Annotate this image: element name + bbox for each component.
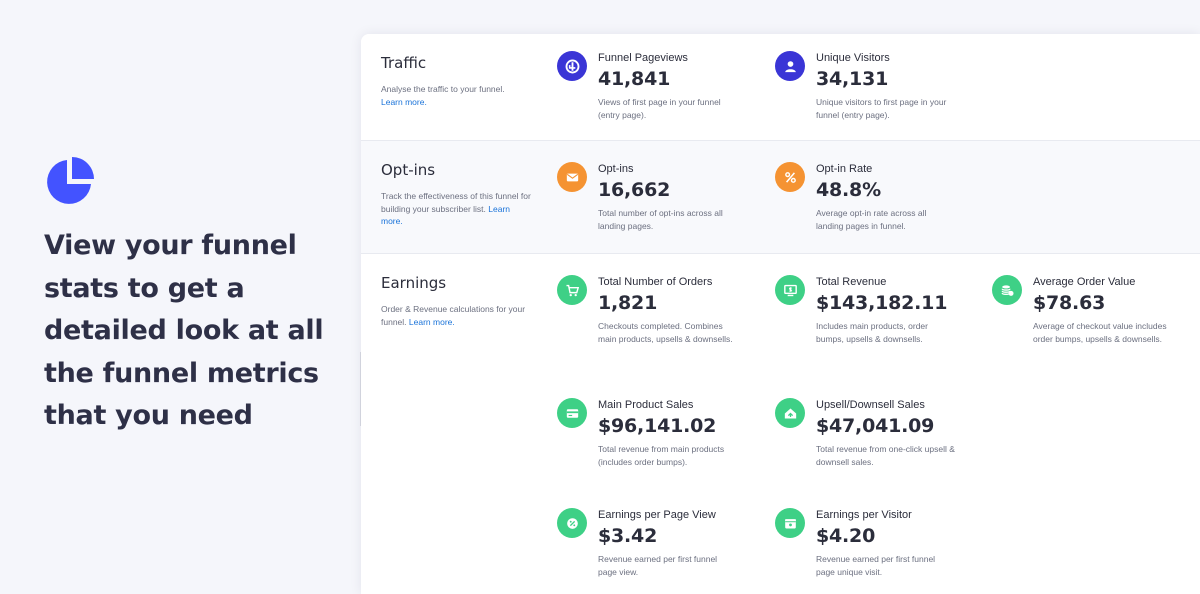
envelope-icon [557, 162, 587, 192]
section-description: Track the effectiveness of this funnel f… [381, 190, 531, 228]
metric-body: Total Revenue $143,182.11 Includes main … [816, 275, 966, 345]
section-traffic: Traffic Analyse the traffic to your funn… [361, 34, 1200, 141]
metric-value: $3.42 [598, 525, 658, 547]
section-title: Opt-ins [381, 161, 436, 179]
metric-value: $78.63 [1033, 292, 1106, 314]
coins-icon [992, 275, 1022, 305]
metric-label: Upsell/Downsell Sales [816, 399, 925, 411]
section-header: Opt-ins Track the effectiveness of this … [381, 161, 531, 228]
learn-more-link[interactable]: Learn more. [381, 97, 427, 107]
metric-label: Main Product Sales [598, 399, 694, 411]
metric-body: Main Product Sales $96,141.02 Total reve… [598, 398, 748, 468]
metric-label: Opt-ins [598, 163, 634, 175]
metric-label: Earnings per Page View [598, 509, 716, 521]
metric-value: 34,131 [816, 68, 889, 90]
stats-panel: Traffic Analyse the traffic to your funn… [361, 34, 1200, 594]
section-header: Earnings Order & Revenue calculations fo… [381, 274, 531, 328]
metric-label: Funnel Pageviews [598, 52, 688, 64]
pageview-icon [557, 51, 587, 81]
percent-icon [775, 162, 805, 192]
section-optins: Opt-ins Track the effectiveness of this … [361, 141, 1200, 254]
metric-value: 48.8% [816, 179, 881, 201]
section-description-text: Analyse the traffic to your funnel. [381, 84, 505, 94]
section-description: Order & Revenue calculations for your fu… [381, 303, 531, 328]
metric-description: Average of checkout value includes order… [1033, 321, 1167, 344]
cart-icon [557, 275, 587, 305]
metric-label: Earnings per Visitor [816, 509, 912, 521]
metric-label: Opt-in Rate [816, 163, 873, 175]
metric-body: Average Order Value $78.63 Average of ch… [1033, 275, 1183, 345]
metric-value: $143,182.11 [816, 292, 948, 314]
wallet-icon [775, 508, 805, 538]
page-view-dollar-icon [557, 508, 587, 538]
metric-body: Upsell/Downsell Sales $47,041.09 Total r… [816, 398, 966, 468]
metric-body: Earnings per Page View $3.42 Revenue ear… [598, 508, 748, 578]
metric-value: $47,041.09 [816, 415, 935, 437]
metric-value: 41,841 [598, 68, 671, 90]
user-icon [775, 51, 805, 81]
hero-headline: View your funnel stats to get a detailed… [44, 230, 324, 431]
metric-label: Average Order Value [1033, 276, 1136, 288]
revenue-icon [775, 275, 805, 305]
metric-description: Unique visitors to first page in your fu… [816, 97, 947, 120]
metric-description: Total revenue from main products (includ… [598, 444, 725, 467]
metric-value: 1,821 [598, 292, 658, 314]
metric-label: Unique Visitors [816, 52, 890, 64]
hero: View your funnel stats to get a detailed… [44, 155, 344, 438]
metric-body: Total Number of Orders 1,821 Checkouts c… [598, 275, 748, 345]
metric-body: Unique Visitors 34,131 Unique visitors t… [816, 51, 966, 121]
section-title: Earnings [381, 274, 447, 292]
metric-description: Revenue earned per first funnel page uni… [816, 554, 936, 577]
metric-description: Revenue earned per first funnel page vie… [598, 554, 718, 577]
upsell-icon [775, 398, 805, 428]
section-title: Traffic [381, 54, 427, 72]
metric-description: Views of first page in your funnel (entr… [598, 97, 721, 120]
section-description: Analyse the traffic to your funnel. Lear… [381, 83, 531, 108]
metric-description: Includes main products, order bumps, ups… [816, 321, 928, 344]
section-earnings: Earnings Order & Revenue calculations fo… [361, 254, 1200, 594]
metric-description: Total number of opt-ins across all landi… [598, 208, 723, 231]
section-header: Traffic Analyse the traffic to your funn… [381, 54, 531, 108]
metric-description: Average opt-in rate across all landing p… [816, 208, 927, 231]
metric-value: $4.20 [816, 525, 876, 547]
metric-body: Opt-in Rate 48.8% Average opt-in rate ac… [816, 162, 966, 232]
metric-value: $96,141.02 [598, 415, 717, 437]
metric-body: Opt-ins 16,662 Total number of opt-ins a… [598, 162, 748, 232]
metric-label: Total Number of Orders [598, 276, 713, 288]
metric-description: Total revenue from one-click upsell & do… [816, 444, 955, 467]
metric-description: Checkouts completed. Combines main produ… [598, 321, 733, 344]
card-icon [557, 398, 587, 428]
metric-value: 16,662 [598, 179, 671, 201]
metric-body: Funnel Pageviews 41,841 Views of first p… [598, 51, 748, 121]
metric-label: Total Revenue [816, 276, 887, 288]
metric-body: Earnings per Visitor $4.20 Revenue earne… [816, 508, 966, 578]
learn-more-link[interactable]: Learn more. [409, 317, 455, 327]
pie-chart-icon [47, 157, 94, 204]
